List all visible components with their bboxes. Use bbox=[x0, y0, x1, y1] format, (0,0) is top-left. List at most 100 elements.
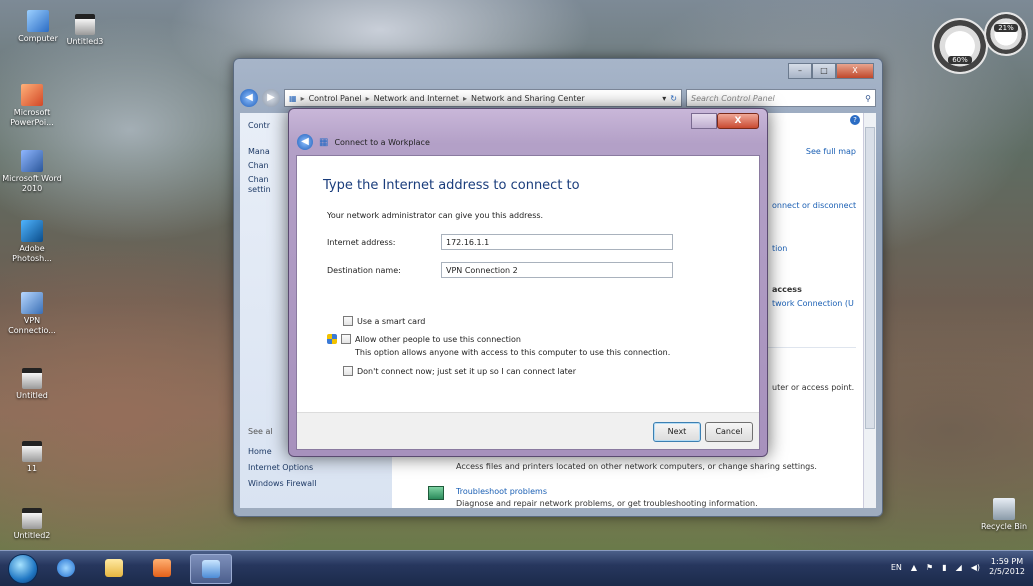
destination-name-input[interactable]: VPN Connection 2 bbox=[441, 262, 673, 278]
file-icon bbox=[75, 14, 95, 35]
desktop-icon-label: Microsoft PowerPoi... bbox=[10, 108, 54, 127]
desktop-icon-word[interactable]: Microsoft Word 2010 bbox=[2, 150, 62, 194]
gadget-value: 60% bbox=[948, 56, 972, 64]
taskbar-control-panel[interactable] bbox=[190, 554, 232, 584]
internet-address-label: Internet address: bbox=[327, 238, 396, 247]
shield-icon bbox=[327, 334, 337, 344]
desktop-icon-powerpoint[interactable]: Microsoft PowerPoi... bbox=[2, 84, 62, 128]
search-placeholder: Search Control Panel bbox=[691, 93, 775, 103]
access-files-text: Access files and printers located on oth… bbox=[456, 462, 817, 471]
see-also-heading: See al bbox=[248, 427, 273, 436]
show-hidden-icons-icon[interactable]: ▲ bbox=[911, 563, 917, 572]
file-icon bbox=[22, 508, 42, 529]
taskbar-internet-explorer[interactable] bbox=[46, 554, 86, 582]
refresh-icon[interactable]: ↻ bbox=[670, 94, 677, 103]
desktop-icon-label: Recycle Bin bbox=[980, 522, 1028, 531]
taskbar-media-player[interactable] bbox=[142, 554, 182, 582]
desktop-icon-untitled[interactable]: Untitled bbox=[2, 364, 62, 401]
network-icon[interactable]: ◢ bbox=[956, 563, 962, 572]
desktop-icon-label: Adobe Photosh... bbox=[12, 244, 52, 263]
desktop-icon-label: 11 bbox=[26, 464, 38, 473]
router-text: uter or access point. bbox=[772, 383, 855, 392]
dialog-header: ◀ ▦ Connect to a Workplace bbox=[297, 134, 430, 150]
next-button[interactable]: Next bbox=[653, 422, 701, 442]
internet-explorer-icon bbox=[57, 559, 75, 577]
memory-meter-gadget[interactable]: 21% bbox=[984, 12, 1028, 56]
navigation-bar: ◀ ▶ ▦ ▸ Control Panel ▸ Network and Inte… bbox=[240, 87, 876, 109]
desktop-icon-untitled3[interactable]: Untitled3 bbox=[55, 10, 115, 47]
left-pane-link[interactable]: settin bbox=[248, 185, 271, 194]
checkbox-label: Don't connect now; just set it up so I c… bbox=[357, 366, 577, 376]
minimize-button[interactable]: – bbox=[788, 63, 812, 79]
taskbar-explorer[interactable] bbox=[94, 554, 134, 582]
dialog-heading: Type the Internet address to connect to bbox=[323, 178, 580, 193]
network-icon: ▦ bbox=[289, 93, 297, 103]
troubleshoot-link[interactable]: Troubleshoot problems bbox=[456, 487, 547, 496]
left-pane-link-home[interactable]: Home bbox=[248, 447, 272, 456]
breadcrumb-item[interactable]: Control Panel bbox=[309, 94, 362, 103]
vpn-icon bbox=[21, 292, 43, 314]
file-icon bbox=[22, 368, 42, 389]
start-button[interactable] bbox=[8, 554, 38, 584]
left-pane-link[interactable]: Mana bbox=[248, 147, 270, 156]
checkbox-box[interactable] bbox=[343, 366, 353, 376]
forward-arrow-icon[interactable]: ▶ bbox=[262, 89, 280, 107]
checkbox-box[interactable] bbox=[343, 316, 353, 326]
network-connection-link[interactable]: twork Connection (U bbox=[772, 299, 854, 308]
clock[interactable]: 1:59 PM 2/5/2012 bbox=[989, 557, 1025, 577]
battery-icon[interactable]: ▮ bbox=[942, 563, 946, 572]
smart-card-checkbox[interactable]: Use a smart card bbox=[343, 316, 425, 326]
folder-icon bbox=[105, 559, 123, 577]
desktop-icon-recycle-bin[interactable]: Recycle Bin bbox=[974, 498, 1033, 532]
dropdown-arrow-icon[interactable]: ▾ bbox=[662, 94, 666, 103]
volume-icon[interactable]: ◀) bbox=[971, 563, 980, 572]
network-icon: ▦ bbox=[319, 136, 329, 148]
help-icon[interactable]: ? bbox=[850, 115, 860, 125]
desktop-icon-vpn[interactable]: VPN Connectio... bbox=[2, 292, 62, 336]
address-bar[interactable]: ▦ ▸ Control Panel ▸ Network and Internet… bbox=[284, 89, 682, 107]
breadcrumb-item[interactable]: Network and Sharing Center bbox=[471, 94, 585, 103]
dont-connect-checkbox[interactable]: Don't connect now; just set it up so I c… bbox=[343, 366, 576, 376]
checkbox-label: Use a smart card bbox=[357, 316, 426, 326]
diagnose-text: Diagnose and repair network problems, or… bbox=[456, 499, 758, 508]
word-icon bbox=[21, 150, 43, 172]
left-pane-link[interactable]: Chan bbox=[248, 161, 269, 170]
internet-address-input[interactable]: 172.16.1.1 bbox=[441, 234, 673, 250]
cpu-meter-gadget[interactable]: 60% bbox=[932, 18, 988, 74]
connection-link[interactable]: tion bbox=[772, 244, 787, 253]
cancel-button[interactable]: Cancel bbox=[705, 422, 753, 442]
language-indicator[interactable]: EN bbox=[891, 563, 902, 572]
desktop-icon-untitled2[interactable]: Untitled2 bbox=[2, 504, 62, 541]
taskbar: EN ▲ ⚑ ▮ ◢ ◀) 1:59 PM 2/5/2012 bbox=[0, 550, 1033, 586]
search-input[interactable]: Search Control Panel ⚲ bbox=[686, 89, 876, 107]
file-icon bbox=[22, 441, 42, 462]
checkbox-box[interactable] bbox=[341, 334, 351, 344]
desktop-icon-11[interactable]: 11 bbox=[2, 437, 62, 474]
allow-others-checkbox[interactable]: Allow other people to use this connectio… bbox=[327, 334, 521, 344]
back-arrow-icon[interactable]: ◀ bbox=[297, 134, 313, 150]
back-arrow-icon[interactable]: ◀ bbox=[240, 89, 258, 107]
flag-icon[interactable]: ⚑ bbox=[926, 563, 933, 572]
desktop-icon-photoshop[interactable]: Adobe Photosh... bbox=[2, 220, 62, 264]
dialog-close-button[interactable]: X bbox=[717, 113, 759, 129]
desktop-icon-label: Microsoft Word 2010 bbox=[2, 174, 62, 193]
maximize-button[interactable]: □ bbox=[812, 63, 836, 79]
left-pane-link[interactable]: Chan bbox=[248, 175, 269, 184]
see-full-map-link[interactable]: See full map bbox=[806, 147, 856, 156]
connect-disconnect-link[interactable]: onnect or disconnect bbox=[772, 201, 856, 210]
left-pane-title: Contr bbox=[248, 121, 270, 130]
left-pane-link-internet-options[interactable]: Internet Options bbox=[248, 463, 313, 472]
media-player-icon bbox=[153, 559, 171, 577]
scrollbar-thumb[interactable] bbox=[865, 127, 875, 429]
breadcrumb-item[interactable]: Network and Internet bbox=[374, 94, 459, 103]
close-button[interactable]: X bbox=[836, 63, 874, 79]
scrollbar[interactable] bbox=[863, 113, 876, 508]
left-pane-link-windows-firewall[interactable]: Windows Firewall bbox=[248, 479, 316, 488]
clock-time: 1:59 PM bbox=[990, 557, 1024, 566]
troubleshoot-icon bbox=[428, 486, 444, 500]
destination-name-label: Destination name: bbox=[327, 266, 401, 275]
minimize-button[interactable] bbox=[691, 113, 717, 129]
control-panel-icon bbox=[202, 560, 220, 578]
allow-others-description: This option allows anyone with access to… bbox=[355, 348, 671, 357]
desktop-icon-label: Untitled3 bbox=[66, 37, 104, 46]
